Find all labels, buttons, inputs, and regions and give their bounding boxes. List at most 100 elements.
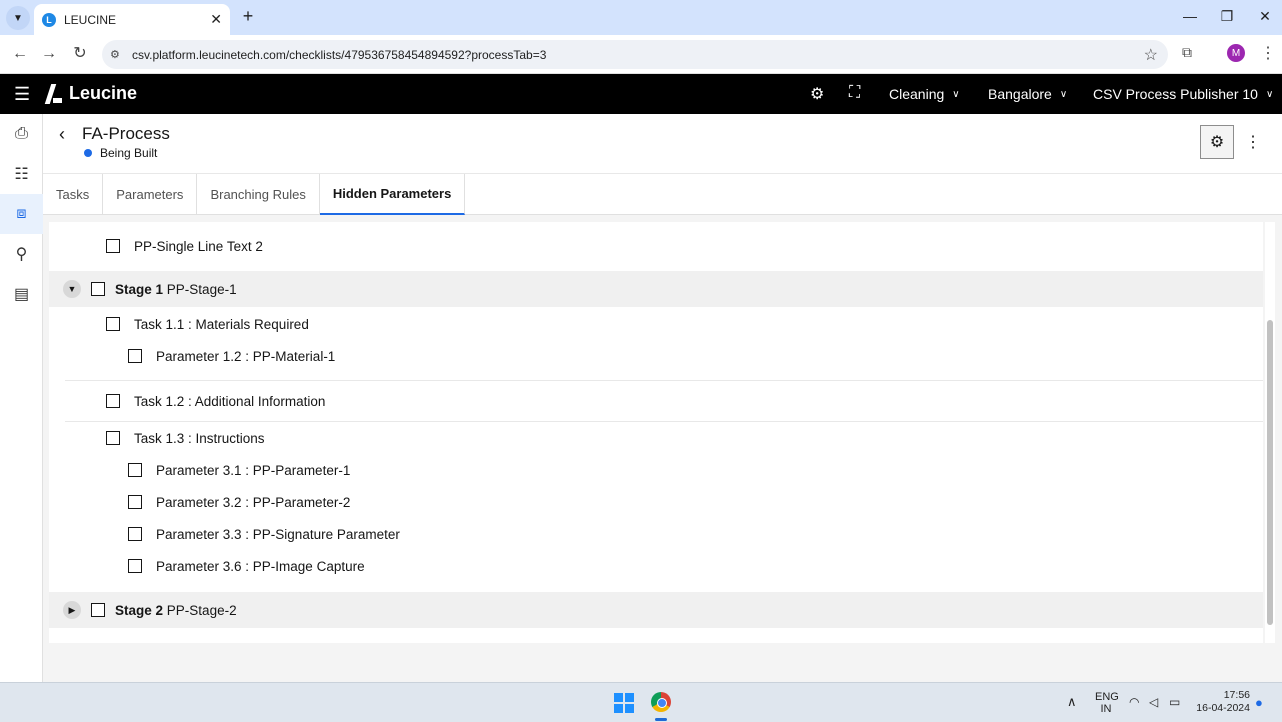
facility-select[interactable]: Cleaning ∨ — [889, 86, 960, 102]
tab-branching-rules[interactable]: Branching Rules — [197, 174, 320, 215]
checkbox[interactable] — [128, 559, 142, 573]
tab-parameters[interactable]: Parameters — [103, 174, 198, 215]
brand-name: Leucine — [69, 83, 138, 103]
tab-hidden-parameters[interactable]: Hidden Parameters — [319, 174, 466, 215]
chevron-down-icon: ∨ — [1265, 88, 1274, 100]
caret-down-icon[interactable]: ▼ — [63, 280, 81, 298]
minimize-icon[interactable]: — — [1180, 8, 1200, 24]
checkbox[interactable] — [128, 527, 142, 541]
back-chevron-icon[interactable]: ‹ — [59, 124, 65, 145]
parameter-row: Parameter 1.2 : PP-Material-1 — [49, 340, 1263, 372]
browser-toolbar: ← → ↻ ⚙ csv.platform.leucinetech.com/che… — [0, 35, 1282, 74]
stage-number: Stage 2 — [115, 602, 164, 618]
back-arrow-icon[interactable]: ← — [9, 43, 31, 65]
stage-name: PP-Stage-1 — [166, 281, 237, 297]
chrome-app-icon[interactable] — [651, 692, 671, 712]
stage-row: ▶ Stage 2 PP-Stage-2 — [49, 592, 1263, 628]
task-label: Task 1.3 : Instructions — [134, 430, 265, 446]
stage-label: Stage 1 PP-Stage-1 — [115, 282, 237, 297]
reload-icon[interactable]: ↻ — [69, 43, 91, 65]
process-header: ‹ FA-Process Being Built ⚙ ⋮ — [43, 114, 1282, 174]
scan-icon[interactable]: ⛶ — [849, 84, 860, 102]
chevron-down-icon: ∨ — [952, 88, 960, 100]
checklist-icon[interactable]: ☷ — [0, 154, 43, 194]
battery-icon[interactable]: ▭ — [1169, 695, 1180, 709]
profile-avatar[interactable]: M — [1227, 44, 1245, 62]
facility-label: Cleaning — [889, 86, 945, 102]
parameter-row: Parameter 3.1 : PP-Parameter-1 — [49, 454, 1263, 486]
scrollbar-thumb[interactable] — [1267, 320, 1273, 625]
process-settings-button[interactable]: ⚙ — [1200, 125, 1234, 159]
task-row: Task 1.3 : Instructions — [49, 422, 1263, 454]
nav-rail: ⎙ ☷ ⧈ ⚲ ▤ — [0, 114, 43, 682]
caret-right-icon[interactable]: ▶ — [63, 601, 81, 619]
checkbox[interactable] — [128, 495, 142, 509]
hierarchy-icon[interactable]: ⚲ — [0, 234, 43, 274]
task-row: Task 1.2 : Additional Information — [49, 381, 1263, 421]
checkbox[interactable] — [128, 463, 142, 477]
more-options-icon[interactable]: ⋮ — [1243, 125, 1263, 159]
lang-bottom: IN — [1100, 703, 1112, 715]
active-app-indicator — [655, 718, 667, 721]
stage-name: PP-Stage-2 — [166, 602, 237, 618]
clock[interactable]: 17:56 16-04-2024 — [1196, 689, 1250, 715]
checkbox[interactable] — [128, 349, 142, 363]
brand-logo[interactable]: Leucine — [44, 83, 138, 104]
window-close-icon[interactable]: ✕ — [1255, 8, 1275, 25]
tray-overflow-icon[interactable]: ∧ — [1067, 694, 1077, 710]
site-info-icon[interactable]: ⚙ — [110, 48, 126, 61]
site-select[interactable]: Bangalore ∨ — [988, 86, 1067, 102]
parameter-label: Parameter 3.3 : PP-Signature Parameter — [156, 526, 400, 542]
address-bar[interactable]: ⚙ csv.platform.leucinetech.com/checklist… — [102, 40, 1168, 69]
lang-top: ENG — [1095, 691, 1119, 703]
checkbox[interactable] — [91, 282, 105, 296]
tab-tasks[interactable]: Tasks — [43, 174, 104, 215]
site-label: Bangalore — [988, 86, 1052, 102]
checkbox[interactable] — [106, 394, 120, 408]
url-text[interactable]: csv.platform.leucinetech.com/checklists/… — [132, 48, 1144, 62]
status-badge: Being Built — [84, 146, 157, 160]
close-tab-icon[interactable]: ✕ — [210, 11, 222, 28]
hidden-parameters-tree: PP-Single Line Text 2 ▼ Stage 1 PP-Stage… — [49, 222, 1263, 643]
checkbox[interactable] — [106, 239, 120, 253]
checkbox[interactable] — [106, 431, 120, 445]
browser-tab[interactable]: L LEUCINE ✕ — [34, 4, 230, 35]
stage-row: ▼ Stage 1 PP-Stage-1 — [49, 271, 1263, 307]
restore-icon[interactable]: ❐ — [1217, 8, 1237, 25]
checkbox[interactable] — [91, 603, 105, 617]
new-tab-icon[interactable]: + — [238, 6, 258, 28]
status-text: Being Built — [100, 146, 158, 160]
page-title: FA-Process — [82, 124, 170, 143]
process-flow-icon[interactable]: ⧈ — [0, 194, 43, 234]
browser-tab-title: LEUCINE — [64, 12, 117, 27]
parameter-label: Parameter 3.6 : PP-Image Capture — [156, 558, 365, 574]
parameter-row: Parameter 3.2 : PP-Parameter-2 — [49, 486, 1263, 518]
user-label: CSV Process Publisher 10 — [1093, 86, 1258, 102]
process-tabs: Tasks Parameters Branching Rules Hidden … — [43, 174, 1282, 215]
language-indicator[interactable]: ENG IN — [1095, 691, 1119, 715]
reports-icon[interactable]: ▤ — [0, 274, 43, 314]
task-label: Task 1.2 : Additional Information — [134, 393, 326, 409]
windows-start-icon[interactable] — [614, 693, 634, 713]
notification-bell-icon[interactable]: ● — [1255, 695, 1263, 710]
inbox-icon[interactable]: ⎙ — [0, 114, 43, 154]
favicon-icon: L — [42, 12, 56, 27]
bookmark-star-icon[interactable]: ☆ — [1144, 45, 1158, 65]
tab-search-icon[interactable]: ▼ — [6, 6, 30, 30]
wifi-icon[interactable]: ◠ — [1129, 695, 1139, 709]
hamburger-menu-icon[interactable]: ☰ — [14, 84, 30, 105]
volume-icon[interactable]: ◁ — [1149, 695, 1158, 709]
stage-number: Stage 1 — [115, 281, 164, 297]
forward-arrow-icon[interactable]: → — [38, 43, 60, 65]
extensions-icon[interactable]: ⧉ — [1182, 44, 1192, 61]
item-label: PP-Single Line Text 2 — [134, 238, 263, 254]
task-label: Task 1.1 : Materials Required — [134, 316, 309, 332]
settings-gear-icon[interactable]: ⚙ — [810, 84, 824, 104]
task-row: Task 1.1 : Materials Required — [49, 308, 1263, 340]
browser-menu-icon[interactable]: ⋮ — [1260, 43, 1276, 63]
user-menu[interactable]: CSV Process Publisher 10 ∨ — [1093, 86, 1273, 102]
checkbox[interactable] — [106, 317, 120, 331]
parameter-label: Parameter 3.1 : PP-Parameter-1 — [156, 462, 351, 478]
parameter-label: Parameter 1.2 : PP-Material-1 — [156, 348, 336, 364]
list-item: PP-Single Line Text 2 — [49, 222, 1263, 270]
